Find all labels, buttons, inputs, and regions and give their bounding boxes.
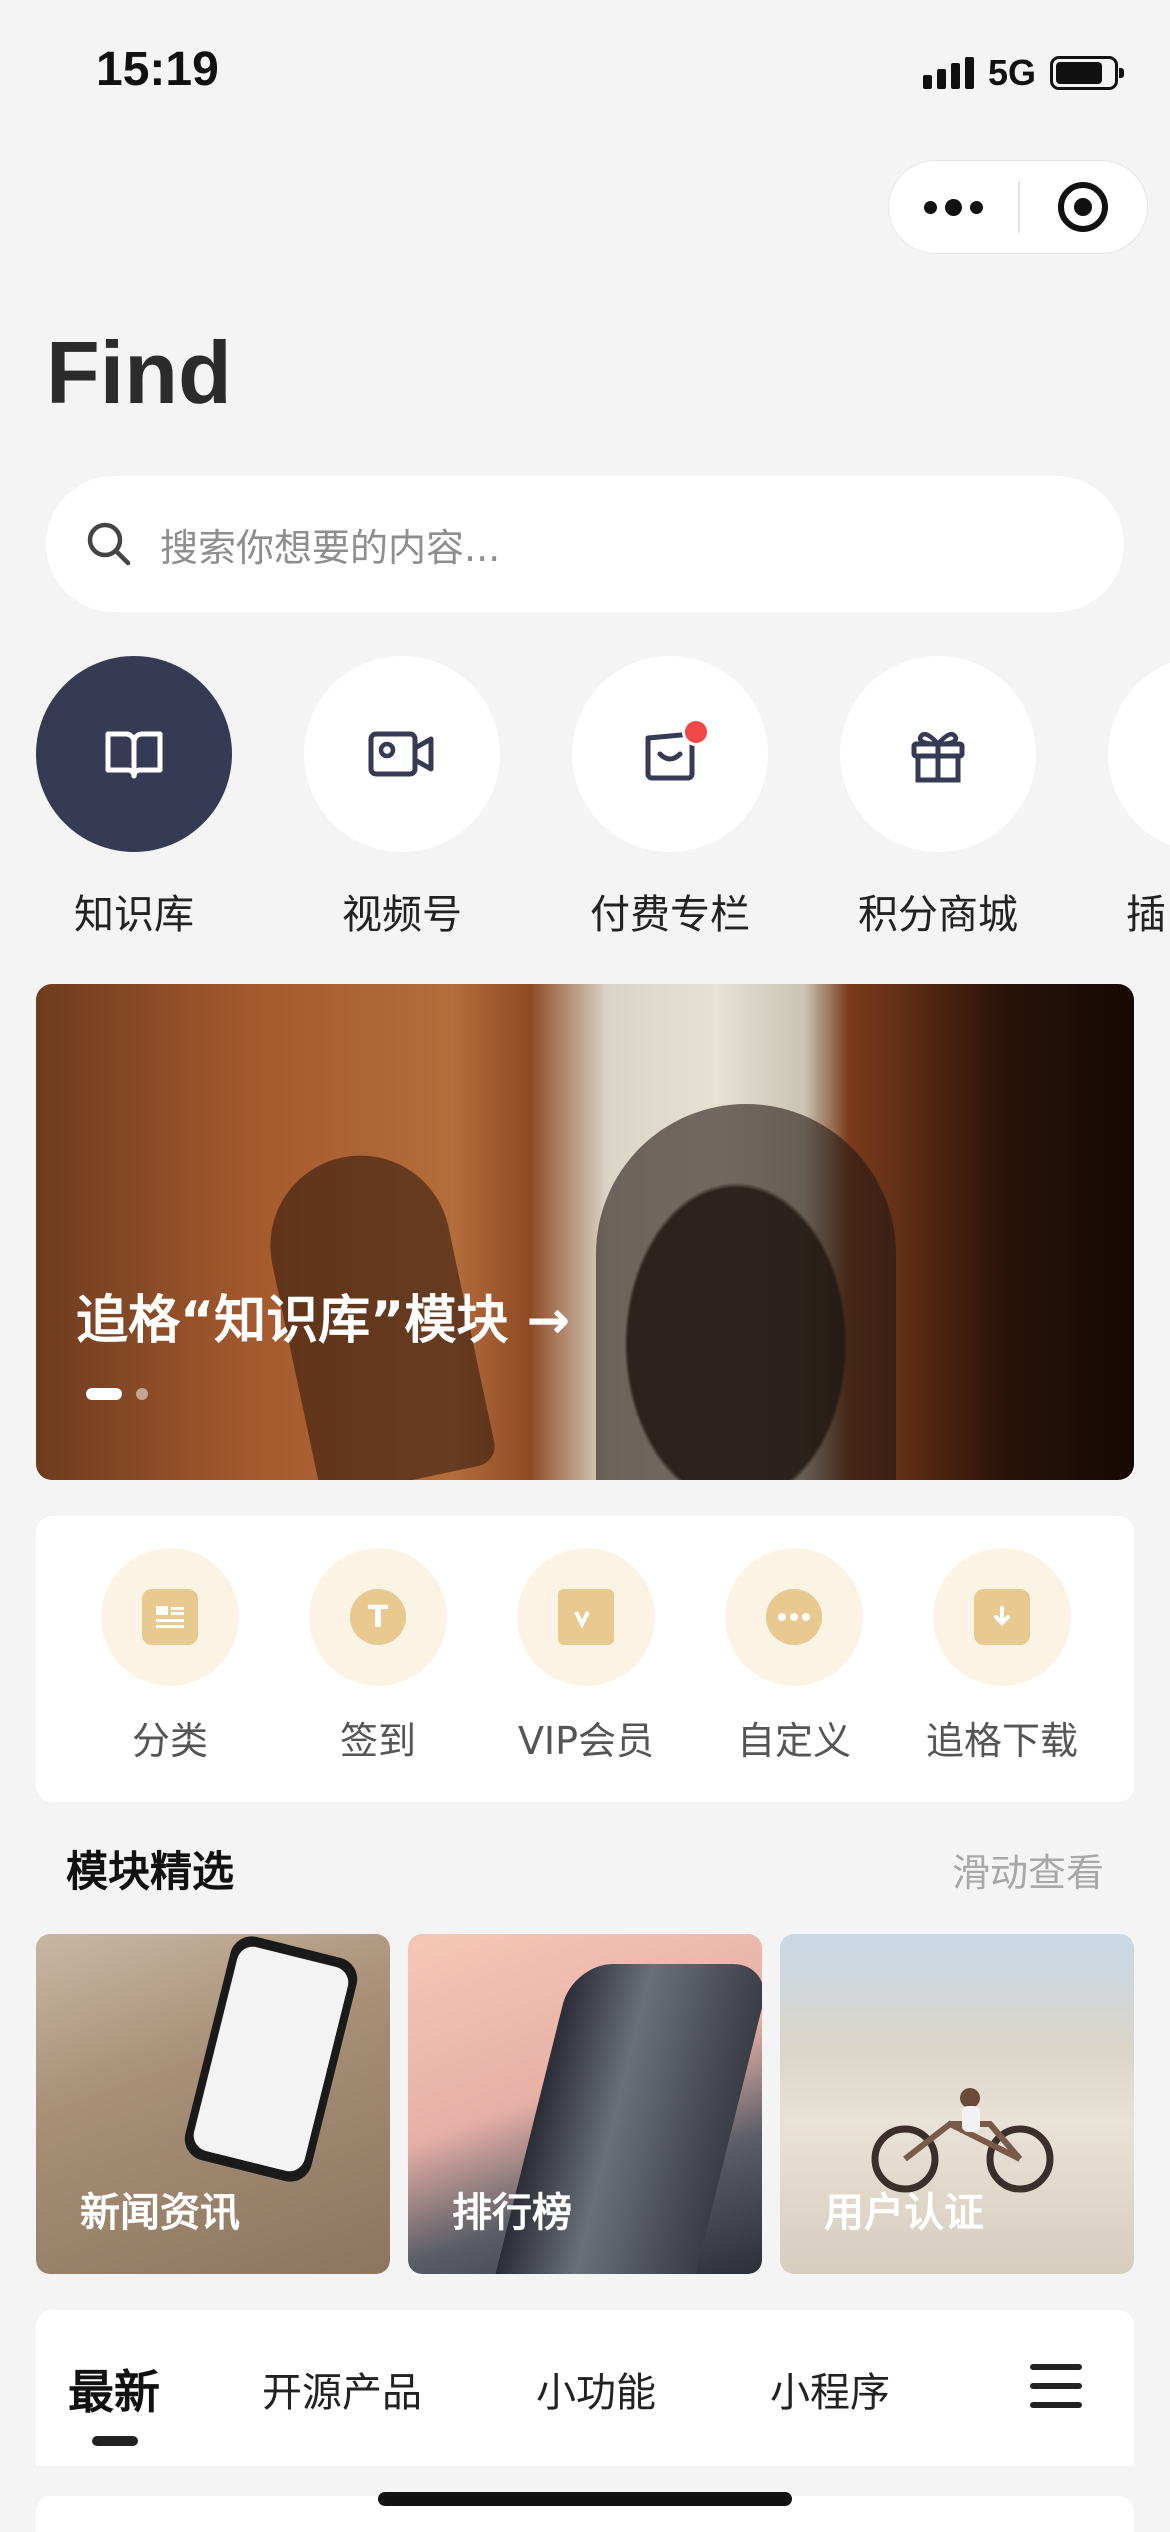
page-title: Find <box>46 323 232 422</box>
book-icon <box>105 731 163 779</box>
nav-label-partial: 插 <box>1126 892 1166 936</box>
quick-item-custom[interactable]: 自定义 <box>694 1548 894 1765</box>
home-indicator[interactable] <box>378 2492 792 2506</box>
tab-active-indicator <box>92 2436 138 2446</box>
quick-actions-panel: 分类 T 签到 VIP会员 自定义 追格下载 <box>36 1516 1134 1802</box>
signal-icon <box>922 57 974 89</box>
more-dots-icon <box>766 1589 822 1645</box>
section-hint: 滑动查看 <box>951 1851 1104 1895</box>
search-icon <box>87 522 131 566</box>
video-camera-icon <box>368 731 434 777</box>
status-indicators: 5G <box>922 52 1124 94</box>
card-image-bicycle <box>871 2088 1054 2193</box>
notification-badge <box>682 718 710 746</box>
quick-label-custom: 自定义 <box>736 1719 851 1763</box>
quick-item-category[interactable]: 分类 <box>70 1548 270 1765</box>
section-title: 模块精选 <box>66 1847 235 1896</box>
banner-title: 追格“知识库”模块 → <box>76 1291 571 1351</box>
nav-item-points-mall[interactable]: 积分商城 <box>838 656 1038 936</box>
t-coin-icon: T <box>350 1589 406 1645</box>
tab-open-source[interactable]: 开源产品 <box>262 2360 422 2418</box>
quick-label-checkin: 签到 <box>339 1719 416 1763</box>
tab-mini-program[interactable]: 小程序 <box>770 2360 890 2418</box>
nav-item-partial[interactable]: 插 <box>1106 656 1170 936</box>
banner-pagination <box>86 1388 148 1400</box>
partial-icon <box>1108 656 1170 852</box>
vip-wallet-icon <box>558 1589 614 1645</box>
menu-icon[interactable] <box>1030 2364 1082 2408</box>
content-tabs: 最新 开源产品 小功能 小程序 <box>36 2310 1134 2466</box>
card-label-news: 新闻资讯 <box>80 2190 240 2236</box>
card-user-verify[interactable]: 用户认证 <box>780 1934 1134 2274</box>
battery-icon <box>1050 56 1124 90</box>
close-target-icon[interactable] <box>1020 160 1147 254</box>
status-bar: 15:19 5G <box>0 0 1170 140</box>
module-cards: 新闻资讯 排行榜 用户认证 <box>36 1934 1134 2274</box>
nav-item-paid-column[interactable]: 付费专栏 <box>570 656 770 936</box>
pagination-dot-active <box>86 1388 122 1400</box>
capsule-menu <box>888 160 1148 254</box>
nav-label-paid-column: 付费专栏 <box>590 892 750 936</box>
status-time: 15:19 <box>96 43 219 96</box>
search-placeholder: 搜索你想要的内容... <box>160 525 501 570</box>
nav-item-knowledge[interactable]: 知识库 <box>34 656 234 936</box>
nav-item-video[interactable]: 视频号 <box>302 656 502 936</box>
quick-label-download: 追格下载 <box>925 1719 1078 1763</box>
search-input[interactable]: 搜索你想要的内容... <box>46 476 1124 612</box>
network-label: 5G <box>987 52 1036 93</box>
card-ranking[interactable]: 排行榜 <box>408 1934 762 2274</box>
quick-label-vip: VIP会员 <box>517 1719 655 1763</box>
promo-banner[interactable]: 追格“知识库”模块 → <box>36 984 1134 1480</box>
tab-latest[interactable]: 最新 <box>68 2356 160 2422</box>
banner-image-silhouette <box>596 1104 896 1480</box>
quick-item-checkin[interactable]: T 签到 <box>278 1548 478 1765</box>
nav-label-points-mall: 积分商城 <box>858 892 1018 936</box>
download-folder-icon <box>974 1589 1030 1645</box>
gift-icon <box>911 731 965 783</box>
list-doc-icon <box>142 1589 198 1645</box>
card-image-phone <box>180 1934 362 2187</box>
card-label-user-verify: 用户认证 <box>824 2190 984 2236</box>
quick-label-category: 分类 <box>131 1719 208 1763</box>
nav-row: 知识库 视频号 付费专栏 积分商城 插 <box>0 656 1170 936</box>
quick-item-download[interactable]: 追格下载 <box>902 1548 1102 1765</box>
pagination-dot <box>136 1388 148 1400</box>
card-news[interactable]: 新闻资讯 <box>36 1934 390 2274</box>
more-dots-icon[interactable] <box>889 160 1018 254</box>
quick-item-vip[interactable]: VIP会员 <box>486 1548 686 1765</box>
card-label-ranking: 排行榜 <box>452 2190 572 2236</box>
nav-label-knowledge: 知识库 <box>74 892 194 936</box>
nav-label-video: 视频号 <box>342 892 462 936</box>
tab-small-features[interactable]: 小功能 <box>536 2360 656 2418</box>
